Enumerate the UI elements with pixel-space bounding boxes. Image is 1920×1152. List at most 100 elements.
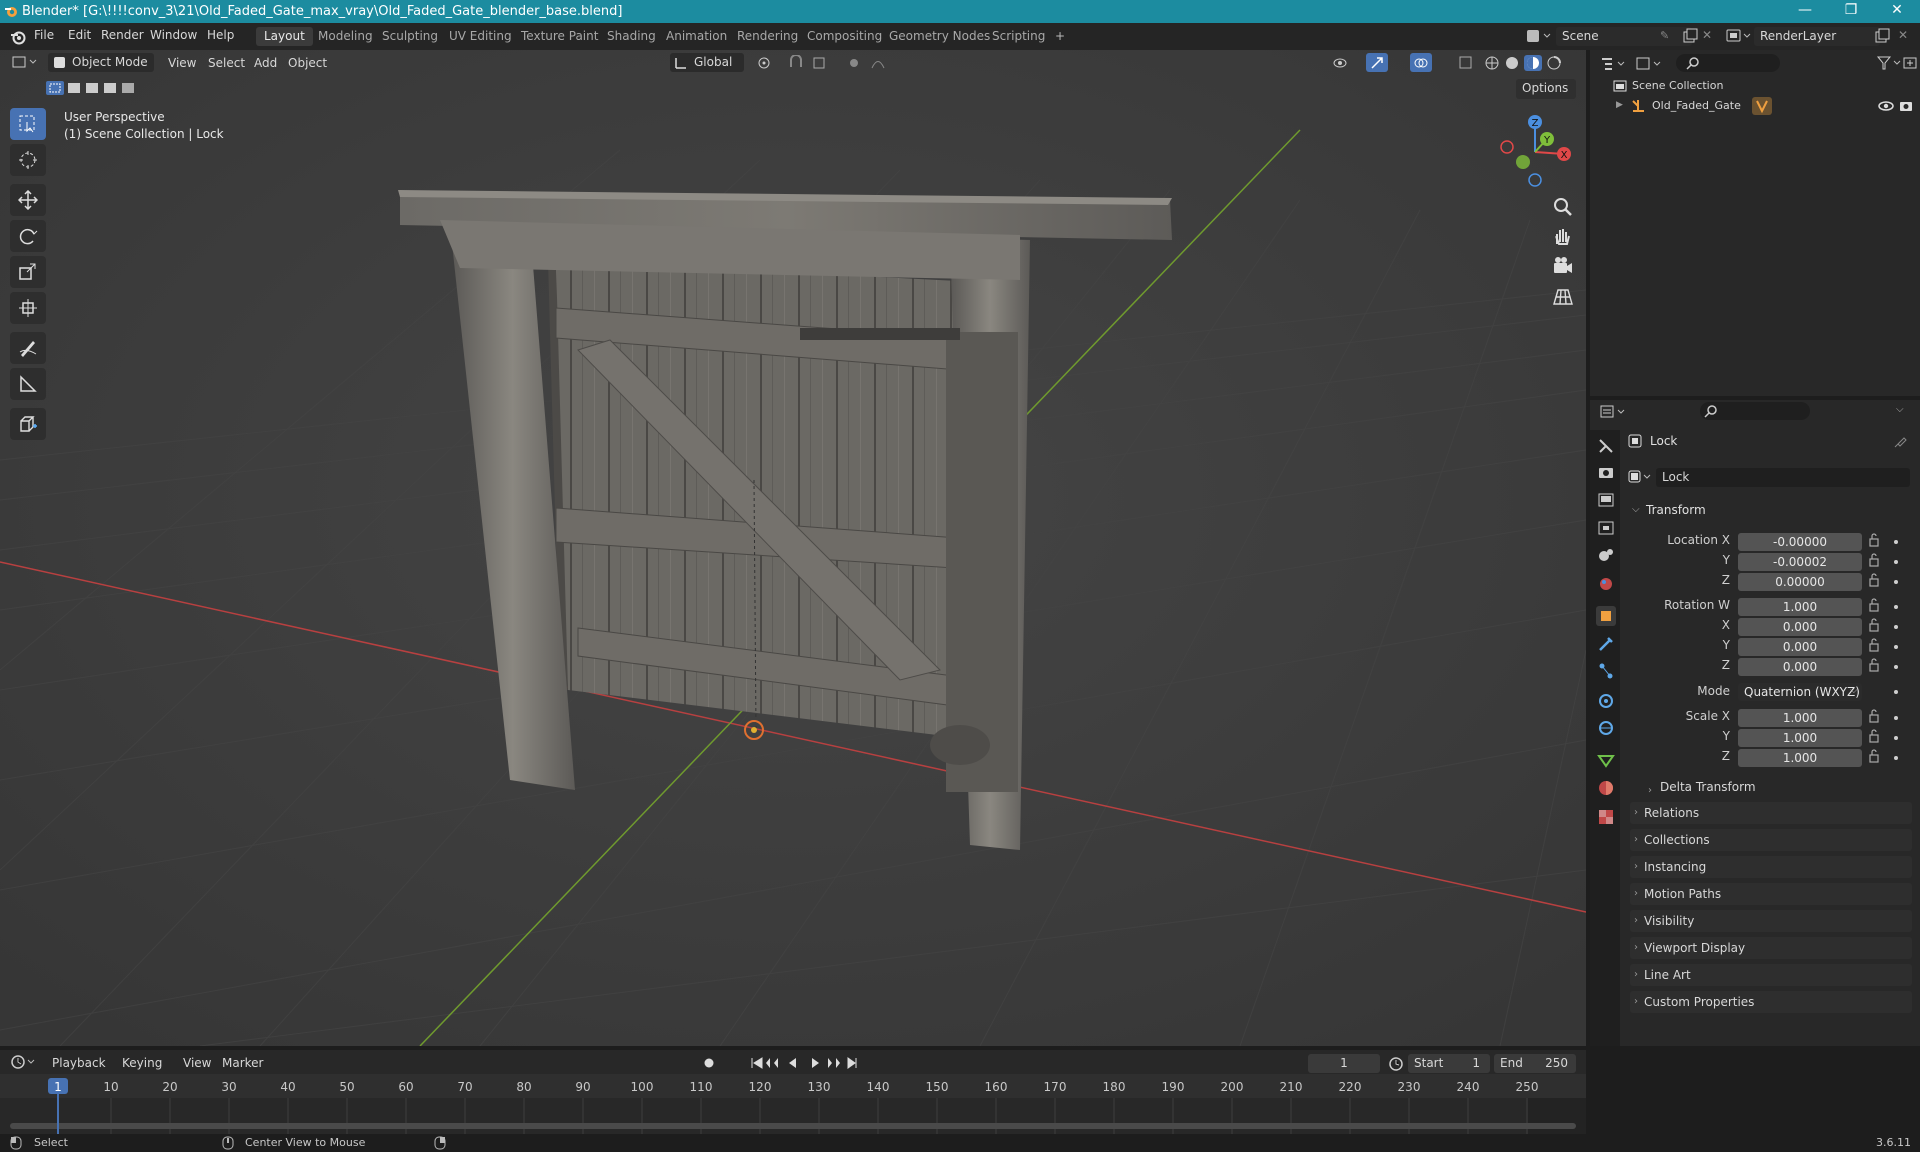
maximize-button[interactable]: ❐	[1828, 0, 1874, 23]
rotation-x-field[interactable]: 0.000	[1738, 618, 1862, 636]
panel-visibility[interactable]: › Visibility	[1630, 910, 1912, 932]
measure-tool[interactable]	[10, 368, 46, 400]
timeline-menu-keying[interactable]: Keying	[122, 1056, 162, 1070]
end-frame-field[interactable]: End 250	[1494, 1054, 1576, 1073]
use-preview-range-icon[interactable]	[1388, 1056, 1404, 1072]
selection-mode-icons[interactable]	[46, 80, 142, 96]
location-z-field[interactable]: 0.00000	[1738, 573, 1862, 591]
proportional-editing-icon[interactable]	[848, 55, 898, 71]
timeline-menu-marker[interactable]: Marker	[222, 1056, 263, 1070]
jump-start-icon[interactable]	[751, 1057, 763, 1069]
viewport-menu-select[interactable]: Select	[208, 56, 245, 70]
transform-lock-icons[interactable]	[1868, 533, 1908, 773]
menu-file[interactable]: File	[34, 28, 54, 42]
rotation-y-field[interactable]: 0.000	[1738, 638, 1862, 656]
properties-editor-type-icon[interactable]	[1600, 404, 1630, 420]
location-x-field[interactable]: -0.00000	[1738, 533, 1862, 551]
render-camera-icon[interactable]	[1898, 99, 1914, 113]
tab-compositing[interactable]: Compositing	[799, 27, 890, 46]
display-mode-icon[interactable]	[1636, 56, 1666, 72]
rotation-z-field[interactable]: 0.000	[1738, 658, 1862, 676]
transform-collapse-icon[interactable]: ⌵	[1632, 504, 1640, 515]
scale-z-field[interactable]: 1.000	[1738, 749, 1862, 767]
camera-view-icon[interactable]	[1550, 254, 1576, 280]
panel-collections[interactable]: › Collections	[1630, 829, 1912, 851]
panel-viewport-display[interactable]: › Viewport Display	[1630, 937, 1912, 959]
tab-modeling[interactable]: Modeling	[310, 27, 381, 46]
scale-tool[interactable]	[10, 256, 46, 288]
tab-sculpting[interactable]: Sculpting	[374, 27, 446, 46]
scale-y-field[interactable]: 1.000	[1738, 729, 1862, 747]
record-icon[interactable]	[704, 1058, 714, 1068]
panel-motion-paths[interactable]: › Motion Paths	[1630, 883, 1912, 905]
outliner-item-old-faded-gate[interactable]: Old_Faded_Gate	[1652, 99, 1741, 112]
visibility-selector-icon[interactable]	[1332, 55, 1362, 71]
zoom-view-icon[interactable]	[1550, 194, 1576, 220]
annotate-tool[interactable]	[10, 332, 46, 364]
xray-toggle-icon[interactable]	[1458, 55, 1474, 71]
pan-view-icon[interactable]	[1550, 224, 1576, 250]
scene-collection-label[interactable]: Scene Collection	[1632, 79, 1723, 92]
jump-end-icon[interactable]	[847, 1057, 857, 1069]
delta-transform-expand-icon[interactable]: ›	[1648, 785, 1652, 796]
object-data-icon[interactable]	[1752, 97, 1772, 115]
new-view-layer-icon[interactable]	[1874, 28, 1890, 44]
location-y-field[interactable]: -0.00002	[1738, 553, 1862, 571]
transform-tool[interactable]	[10, 292, 46, 324]
tab-uv-editing[interactable]: UV Editing	[441, 27, 520, 46]
move-tool[interactable]	[10, 184, 46, 216]
select-box-tool[interactable]	[10, 108, 46, 140]
start-frame-field[interactable]: Start 1	[1408, 1054, 1490, 1073]
pin-scene-icon[interactable]: ✎	[1660, 29, 1672, 42]
delta-transform-subpanel[interactable]: Delta Transform	[1660, 780, 1756, 794]
pin-icon[interactable]	[1894, 434, 1908, 448]
add-workspace-button[interactable]: +	[1047, 27, 1073, 46]
outliner-editor-type-icon[interactable]	[1600, 56, 1630, 72]
playback-controls[interactable]	[700, 1055, 860, 1071]
navigation-gizmo[interactable]: Z X Y	[1490, 110, 1580, 192]
blender-menu-icon[interactable]	[10, 29, 26, 45]
3d-viewport[interactable]	[0, 50, 1586, 1046]
new-collection-icon[interactable]	[1902, 55, 1918, 71]
tab-layout[interactable]: Layout	[256, 27, 313, 46]
play-icon[interactable]	[812, 1058, 819, 1068]
delete-view-layer-icon[interactable]: ✕	[1898, 28, 1908, 42]
scale-x-field[interactable]: 1.000	[1738, 709, 1862, 727]
viewport-options-dropdown[interactable]: Options	[1516, 79, 1576, 99]
properties-options-chevron-icon[interactable]: ⌵	[1896, 404, 1904, 415]
tab-geometry-nodes[interactable]: Geometry Nodes	[881, 27, 998, 46]
next-keyframe-icon[interactable]	[828, 1058, 840, 1068]
panel-line-art[interactable]: › Line Art	[1630, 964, 1912, 986]
tab-rendering[interactable]: Rendering	[729, 27, 806, 46]
editor-type-icon[interactable]	[12, 54, 42, 70]
prev-keyframe-icon[interactable]	[766, 1058, 778, 1068]
viewport-menu-view[interactable]: View	[168, 56, 196, 70]
current-frame-field[interactable]: 1	[1308, 1054, 1380, 1073]
add-cube-tool[interactable]	[10, 408, 46, 440]
new-scene-icon[interactable]	[1682, 28, 1698, 44]
transform-panel-header[interactable]: Transform	[1646, 503, 1706, 517]
panel-instancing[interactable]: › Instancing	[1630, 856, 1912, 878]
shading-mode-icons[interactable]	[1484, 55, 1580, 71]
delete-scene-icon[interactable]: ✕	[1702, 28, 1712, 42]
cursor-tool[interactable]	[10, 144, 46, 176]
panel-relations[interactable]: › Relations	[1630, 802, 1912, 824]
tab-texture-paint[interactable]: Texture Paint	[513, 27, 606, 46]
scene-selector-icon[interactable]	[1526, 28, 1554, 44]
rotate-tool[interactable]	[10, 220, 46, 252]
close-window-button[interactable]: ✕	[1874, 0, 1920, 23]
menu-render[interactable]: Render	[101, 28, 144, 42]
tab-animation[interactable]: Animation	[658, 27, 735, 46]
snap-icon[interactable]	[788, 55, 848, 71]
pivot-point-icon[interactable]	[756, 55, 786, 71]
play-reverse-icon[interactable]	[789, 1058, 796, 1068]
menu-window[interactable]: Window	[150, 28, 197, 42]
timeline-scrollbar[interactable]	[10, 1123, 1576, 1129]
timeline-menu-playback[interactable]: Playback	[52, 1056, 106, 1070]
rotation-mode-dropdown[interactable]: Quaternion (WXYZ)	[1738, 683, 1862, 701]
view-layer-name-field[interactable]: RenderLayer	[1754, 27, 1880, 46]
viewport-menu-add[interactable]: Add	[254, 56, 277, 70]
timeline-editor-type-icon[interactable]	[10, 1054, 40, 1070]
object-name-field[interactable]: Lock	[1656, 468, 1910, 487]
visibility-eye-icon[interactable]	[1878, 99, 1894, 113]
